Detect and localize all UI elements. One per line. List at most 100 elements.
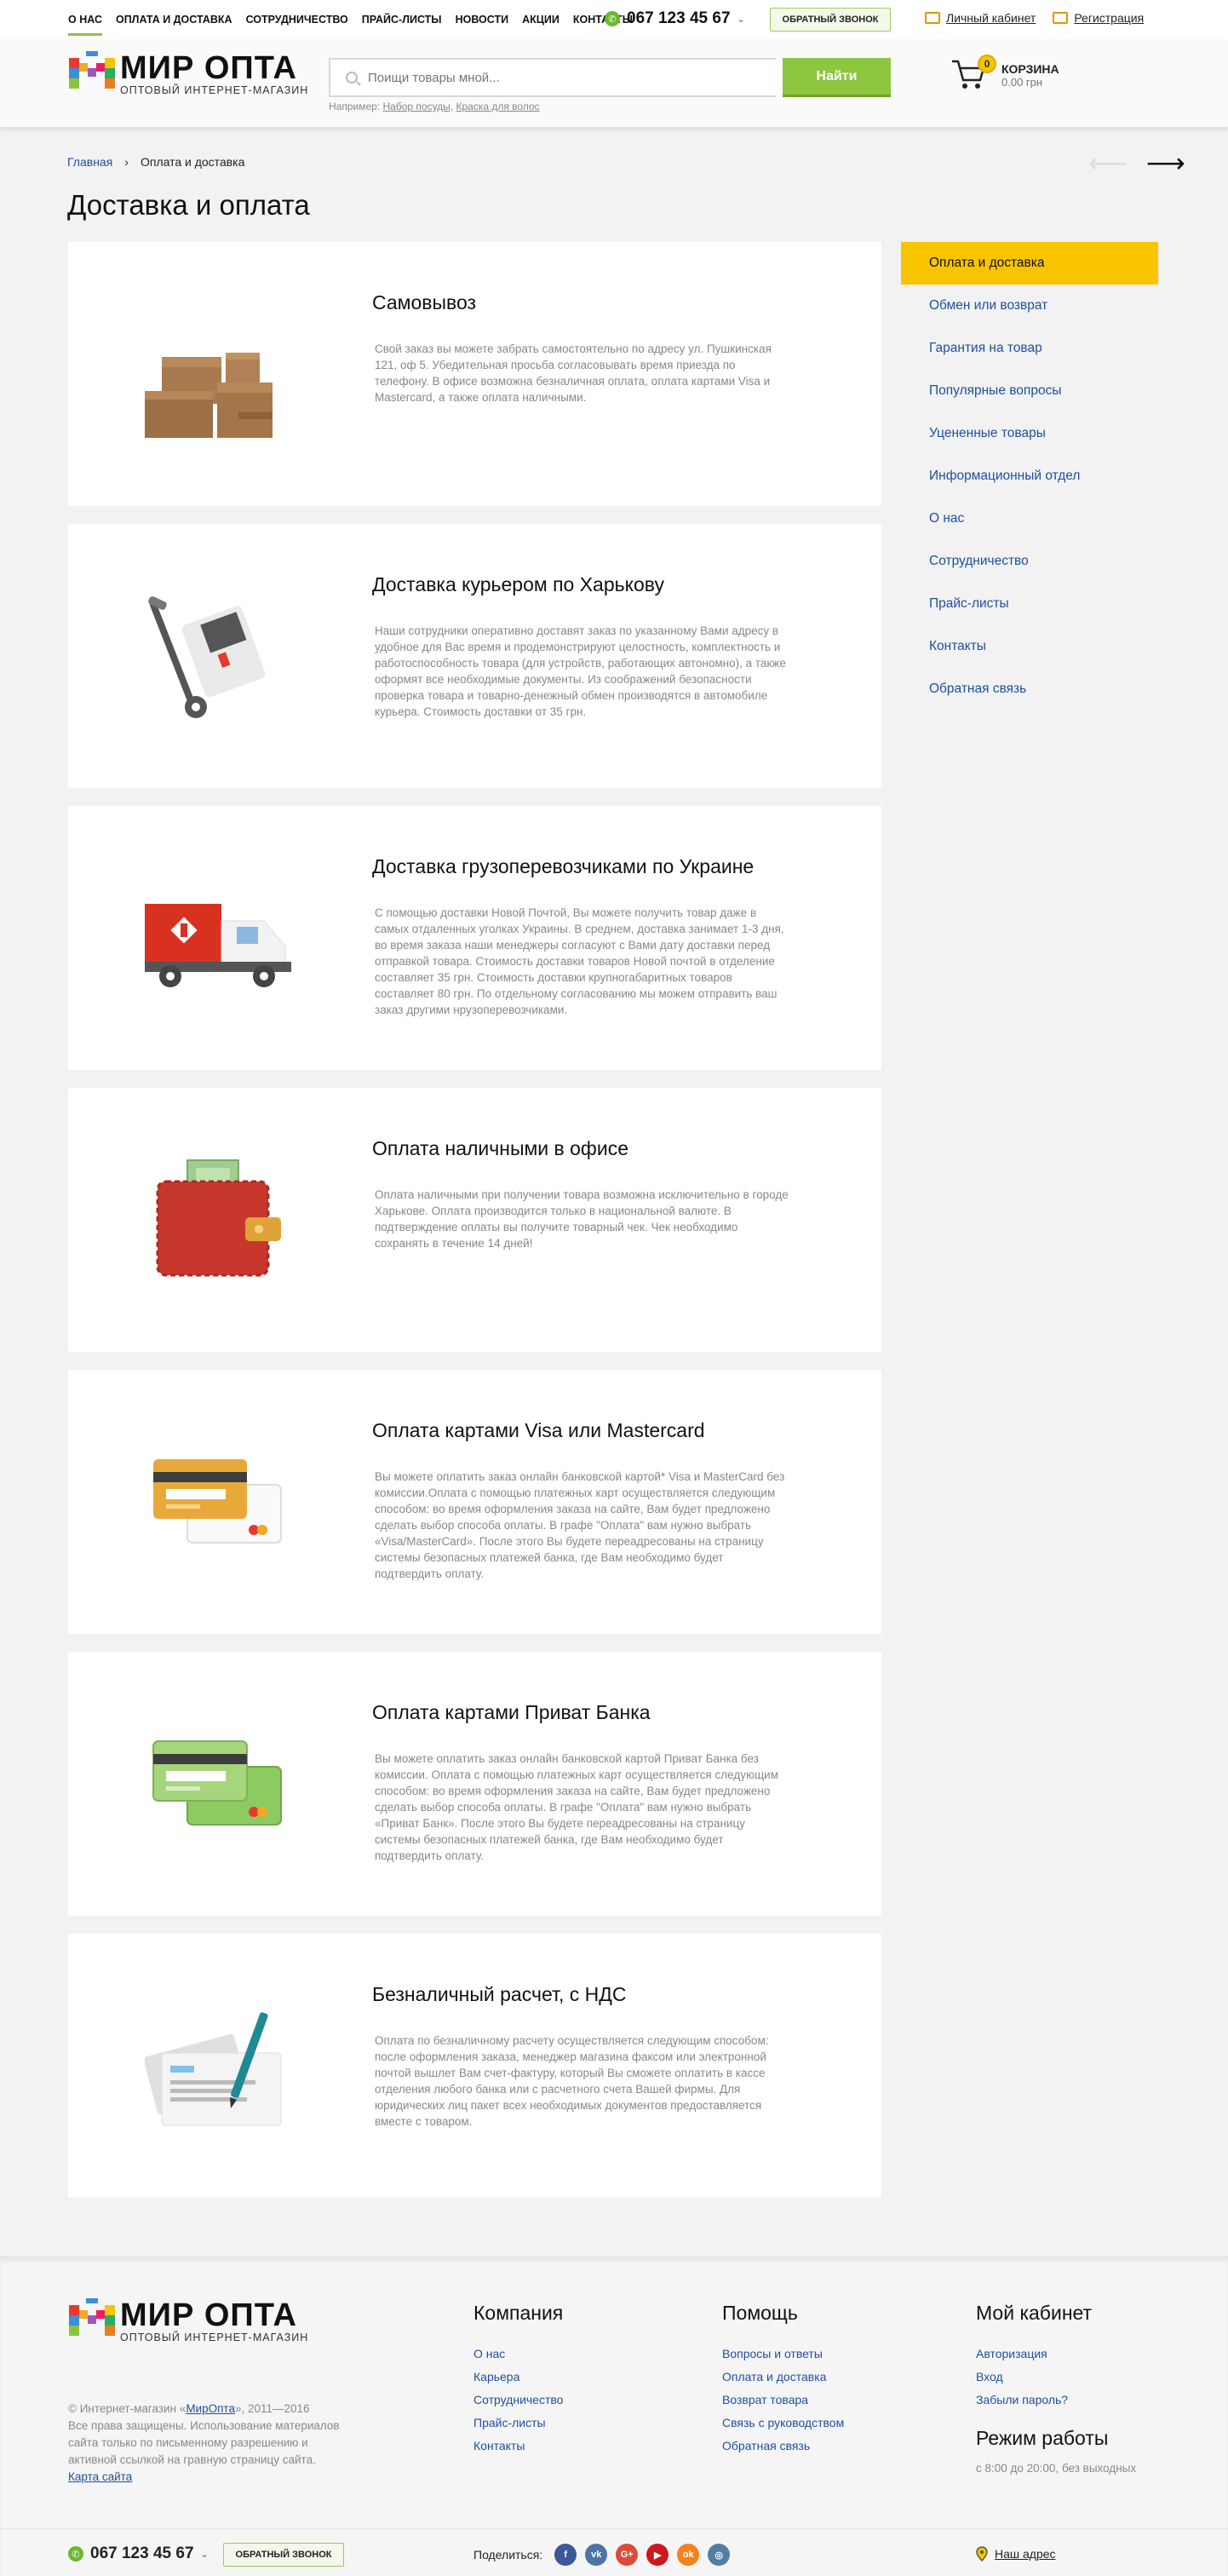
vk-icon[interactable]: vk bbox=[585, 2544, 608, 2566]
sidebar-item-contacts[interactable]: Контакты bbox=[901, 625, 1158, 668]
cart-count-badge: 0 bbox=[978, 55, 996, 73]
topnav-news[interactable]: НОВОСТИ bbox=[449, 0, 516, 39]
sidebar-item-about[interactable]: О нас bbox=[901, 497, 1158, 540]
card-title: Самовывоз bbox=[372, 291, 477, 313]
search-button[interactable]: Найти bbox=[783, 58, 891, 97]
footer-link[interactable]: Контакты bbox=[473, 2439, 563, 2452]
card-bank-transfer: Безналичный расчет, с НДС Оплата по безн… bbox=[68, 1934, 881, 2198]
footer-logo[interactable]: МИР ОПТА ОПТОВЫЙ ИНТЕРНЕТ-МАГАЗИН bbox=[67, 2297, 308, 2346]
card-title: Оплата наличными в офисе bbox=[372, 1137, 628, 1159]
sidebar-item-price-lists[interactable]: Прайс-листы bbox=[901, 583, 1158, 625]
cart[interactable]: 0 КОРЗИНА 0.00 грн bbox=[950, 55, 1059, 92]
odnoklassniki-icon[interactable]: ok bbox=[677, 2544, 700, 2566]
topnav-cooperation[interactable]: СОТРУДНИЧЕСТВО bbox=[239, 0, 355, 39]
breadcrumb-separator: › bbox=[124, 155, 129, 169]
breadcrumb-current: Оплата и доставка bbox=[140, 155, 245, 169]
logo-icon bbox=[69, 51, 115, 89]
card-title: Безналичный расчет, с НДС bbox=[372, 1983, 627, 2005]
sidebar-item-payment-delivery[interactable]: Оплата и доставка bbox=[901, 242, 1158, 285]
youtube-icon[interactable]: ▶ bbox=[646, 2544, 669, 2566]
footer-link[interactable]: Сотрудничество bbox=[473, 2393, 563, 2406]
footer-logo-subtitle: ОПТОВЫЙ ИНТЕРНЕТ-МАГАЗИН bbox=[120, 2332, 309, 2343]
card-carriers: Доставка грузоперевозчиками по Украине С… bbox=[68, 806, 881, 1070]
card-privatbank: Оплата картами Приват Банка Вы можете оп… bbox=[68, 1652, 881, 1916]
phone-block[interactable]: ✆ 067 123 45 67 ⌄ bbox=[605, 9, 745, 28]
sitemap-link[interactable]: Карта сайта bbox=[68, 2470, 132, 2483]
topnav-price-lists[interactable]: ПРАЙС-ЛИСТЫ bbox=[355, 0, 449, 39]
google-plus-icon[interactable]: G+ bbox=[616, 2544, 639, 2566]
cart-title: КОРЗИНА bbox=[1001, 61, 1059, 76]
search-icon bbox=[346, 72, 358, 83]
topnav-payment-delivery[interactable]: ОПЛАТА И ДОСТАВКА bbox=[109, 0, 239, 39]
logo-icon bbox=[69, 2298, 115, 2336]
sidebar-item-faq[interactable]: Популярные вопросы bbox=[901, 370, 1158, 412]
footer-link[interactable]: Авторизация bbox=[976, 2347, 1136, 2360]
sidebar-item-discounted[interactable]: Уцененные товары bbox=[901, 412, 1158, 455]
footer-link[interactable]: Вход bbox=[976, 2370, 1136, 2383]
register-link[interactable]: Регистрация bbox=[1053, 11, 1144, 25]
footer-callback-button[interactable]: ОБРАТНЫЙ ЗВОНОК bbox=[223, 2543, 344, 2567]
footer-link[interactable]: Вопросы и ответы bbox=[722, 2347, 844, 2360]
footer-bottom-bar: ✆ 067 123 45 67 ⌄ ОБРАТНЫЙ ЗВОНОК Подели… bbox=[0, 2528, 1228, 2576]
breadcrumb-home[interactable]: Главная bbox=[67, 155, 112, 169]
copyright: © Интернет-магазин «МирОпта», 2011—2016 … bbox=[68, 2401, 358, 2486]
footer-cabinet-title: Мой кабинет bbox=[976, 2302, 1093, 2324]
footer-link[interactable]: Забыли пароль? bbox=[976, 2393, 1136, 2406]
facebook-icon[interactable]: f bbox=[554, 2544, 577, 2566]
footer-link[interactable]: Прайс-листы bbox=[473, 2416, 563, 2429]
footer-phone[interactable]: 067 123 45 67 bbox=[90, 2544, 194, 2563]
sidebar-item-feedback[interactable]: Обратная связь bbox=[901, 668, 1158, 710]
sidebar-item-warranty[interactable]: Гарантия на товар bbox=[901, 327, 1158, 370]
account-link[interactable]: Личный кабинет bbox=[925, 11, 1036, 25]
chevron-down-icon[interactable]: ⌄ bbox=[737, 14, 745, 25]
card-description: Свой заказ вы можете забрать самостоятел… bbox=[375, 342, 772, 404]
hours-text: с 8:00 до 20:00, без выходных bbox=[976, 2462, 1137, 2475]
copyright-prefix: © Интернет-магазин « bbox=[68, 2402, 186, 2415]
copyright-link[interactable]: МирОпта bbox=[186, 2402, 235, 2415]
rights-text: Все права защищены. Использование матери… bbox=[68, 2419, 340, 2466]
wallet-icon bbox=[156, 1159, 281, 1277]
footer-phone-block[interactable]: ✆ 067 123 45 67 ⌄ bbox=[68, 2544, 209, 2563]
instagram-icon[interactable]: ◎ bbox=[708, 2544, 731, 2566]
search-input[interactable] bbox=[368, 70, 743, 85]
share-block: Поделиться: f vk G+ ▶ ok ◎ bbox=[473, 2544, 731, 2566]
prev-arrow-icon[interactable]: ⟵ bbox=[1088, 149, 1128, 176]
footer-logo-title: МИР ОПТА bbox=[120, 2297, 298, 2333]
search-examples: Например: Набор посуды, Краска для волос bbox=[329, 101, 540, 112]
sidebar-item-cooperation[interactable]: Сотрудничество bbox=[901, 540, 1158, 583]
card-cash: Оплата наличными в офисе Оплата наличным… bbox=[68, 1088, 881, 1352]
next-arrow-icon[interactable]: ⟶ bbox=[1146, 149, 1185, 176]
page-title: Доставка и оплата bbox=[67, 189, 310, 221]
hand-truck-icon bbox=[148, 596, 266, 718]
example-link-1[interactable]: Набор посуды, bbox=[383, 101, 454, 112]
user-links: Личный кабинет Регистрация bbox=[925, 11, 1144, 25]
card-pickup: Самовывоз Свой заказ вы можете забрать с… bbox=[68, 242, 881, 506]
sidebar-item-exchange-return[interactable]: Обмен или возврат bbox=[901, 285, 1158, 327]
footer-link[interactable]: Оплата и доставка bbox=[722, 2370, 844, 2383]
hours-title: Режим работы bbox=[976, 2427, 1109, 2449]
sidebar-item-info-dept[interactable]: Информационный отдел bbox=[901, 455, 1158, 497]
topnav-promotions[interactable]: АКЦИИ bbox=[515, 0, 566, 39]
logo-title: МИР ОПТА bbox=[120, 50, 298, 86]
address-link[interactable]: Наш адрес bbox=[976, 2546, 1056, 2562]
footer-link[interactable]: Обратная связь bbox=[722, 2439, 844, 2452]
footer-link[interactable]: Связь с руководством bbox=[722, 2416, 844, 2429]
logo[interactable]: МИР ОПТА ОПТОВЫЙ ИНТЕРНЕТ-МАГАЗИН bbox=[67, 49, 308, 99]
card-description: Оплата по безналичному расчету осуществл… bbox=[375, 2034, 769, 2128]
search-box[interactable] bbox=[329, 58, 776, 97]
account-label: Личный кабинет bbox=[946, 11, 1036, 25]
footer-link[interactable]: Возврат товара bbox=[722, 2393, 844, 2406]
footer-help-title: Помощь bbox=[722, 2302, 798, 2324]
phone-number[interactable]: 067 123 45 67 bbox=[627, 9, 731, 28]
footer-link[interactable]: О нас bbox=[473, 2347, 563, 2360]
logo-subtitle: ОПТОВЫЙ ИНТЕРНЕТ-МАГАЗИН bbox=[120, 84, 309, 96]
card-visa-mastercard: Оплата картами Visa или Mastercard Вы мо… bbox=[68, 1370, 881, 1634]
example-link-2[interactable]: Краска для волос bbox=[456, 101, 539, 112]
topnav-about[interactable]: О НАС bbox=[61, 0, 109, 39]
chevron-down-icon[interactable]: ⌄ bbox=[201, 2549, 209, 2560]
boxes-icon bbox=[145, 353, 273, 438]
footer-link[interactable]: Карьера bbox=[473, 2370, 563, 2383]
callback-button[interactable]: ОБРАТНЫЙ ЗВОНОК bbox=[770, 8, 891, 32]
footer-company: Компания О нас Карьера Сотрудничество Пр… bbox=[473, 2302, 563, 2462]
card-description: Оплата наличными при получении товара во… bbox=[375, 1188, 789, 1250]
